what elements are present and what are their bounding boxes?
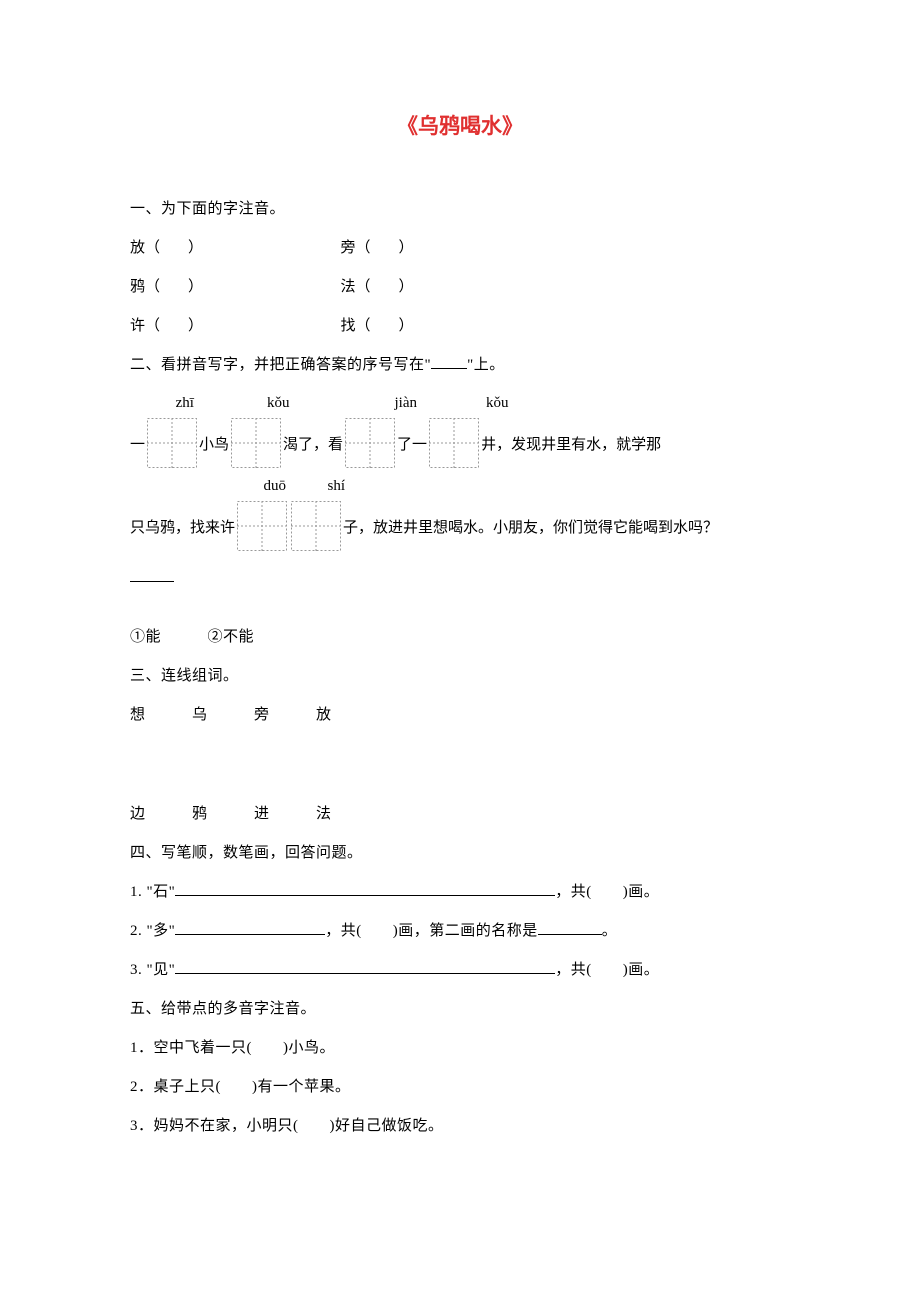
s2-l1-b: 小鸟 [199, 436, 229, 468]
s4-q2: 2. "多" ，共( )画，第二画的名称是 。 [130, 912, 790, 951]
section1-heading: 一、为下面的字注音。 [130, 190, 790, 229]
page-title: 《乌鸦喝水》 [130, 110, 790, 140]
s2-l2-b: 子，放进井里想喝水。小朋友，你们觉得它能喝到水吗？ [343, 519, 718, 551]
s2-pinyin-row-2: duō shí [130, 478, 790, 495]
s1-r0-a: 放（ [130, 240, 160, 256]
s4-q3: 3. "见" ，共( )画。 [130, 951, 790, 990]
s1-r1-a: 鸦（ [130, 279, 160, 295]
s2-l1-a: 一 [130, 436, 145, 468]
s2-line2: 只乌鸦，找来许 子，放进井里想喝水。小朋友，你们觉得它能喝到水吗？ [130, 501, 790, 551]
s2-pinyin-row-1: zhī kǒu jiàn kǒu [130, 395, 790, 412]
s2-line2-wrap: duō shí 只乌鸦，找来许 子，放进井里想喝水。小朋友，你们觉得它能喝到水吗… [130, 478, 790, 551]
s2-line1: 一 小鸟 渴了，看 了一 井，发现井里有水，就学那 [130, 418, 790, 468]
pinyin-jian: jiàn [381, 395, 431, 412]
s1-row-1: 鸦（ ） 法（ ） [130, 268, 790, 307]
s2-heading-prefix: 二、看拼音写字，并把正确答案的序号写在" [130, 357, 431, 373]
s1-r2-b: ） [188, 318, 203, 334]
s1-r0-c: 旁（ [341, 240, 371, 256]
s1-r1-b: ） [188, 279, 203, 295]
s1-r0-d: ） [399, 240, 414, 256]
tian-box[interactable] [429, 418, 479, 468]
tian-box[interactable] [345, 418, 395, 468]
answer-blank[interactable] [130, 568, 174, 583]
stroke-name-blank[interactable] [538, 921, 602, 936]
s5-q2: 2．桌子上只( )有一个苹果。 [130, 1068, 790, 1107]
s2-l2-a: 只乌鸦，找来许 [130, 519, 235, 551]
section4-heading: 四、写笔顺，数笔画，回答问题。 [130, 834, 790, 873]
s1-r1-c: 法（ [341, 279, 371, 295]
s2-l1-c: 渴了，看 [283, 436, 343, 468]
s1-r2-a: 许（ [130, 318, 160, 334]
s2-options: ①能 ②不能 [130, 618, 790, 657]
pinyin-kou2: kǒu [472, 395, 522, 412]
s1-r2-d: ） [399, 318, 414, 334]
tian-box[interactable] [147, 418, 197, 468]
s4-q3b: ，共( )画。 [555, 962, 659, 978]
s2-heading-suffix: "上。 [467, 357, 505, 373]
s5-q3: 3．妈妈不在家，小明只( )好自己做饭吃。 [130, 1107, 790, 1146]
s4-q1: 1. "石" ，共( )画。 [130, 873, 790, 912]
stroke-blank[interactable] [175, 882, 555, 897]
blank-line[interactable] [431, 355, 467, 370]
s2-l1-e: 井，发现井里有水，就学那 [481, 436, 661, 468]
s2-l1-d: 了一 [397, 436, 427, 468]
section3-heading: 三、连线组词。 [130, 657, 790, 696]
s2-answer-blank [130, 559, 790, 598]
section5-heading: 五、给带点的多音字注音。 [130, 990, 790, 1029]
s4-q2b: ，共( )画，第二画的名称是 [325, 923, 538, 939]
s1-row-0: 放（ ） 旁（ ） [130, 229, 790, 268]
tian-box[interactable] [231, 418, 281, 468]
s4-q2a: 2. "多" [130, 923, 175, 939]
stroke-blank[interactable] [175, 960, 555, 975]
s1-row-2: 许（ ） 找（ ） [130, 307, 790, 346]
s4-q3a: 3. "见" [130, 962, 175, 978]
pinyin-duo: duō [250, 478, 300, 495]
s2-line1-wrap: zhī kǒu jiàn kǒu 一 小鸟 渴了，看 了一 井，发现井里有水，就… [130, 395, 790, 468]
worksheet-page: 《乌鸦喝水》 一、为下面的字注音。 放（ ） 旁（ ） 鸦（ ） 法（ ） 许（ ） 找（… [0, 0, 920, 1206]
s4-q1b: ，共( )画。 [555, 884, 659, 900]
section2-heading: 二、看拼音写字，并把正确答案的序号写在" "上。 [130, 346, 790, 385]
s1-r2-c: 找（ [341, 318, 371, 334]
s3-row2: 边 鸦 进 法 [130, 795, 790, 834]
s4-q1a: 1. "石" [130, 884, 175, 900]
s5-q1: 1．空中飞着一只( )小鸟。 [130, 1029, 790, 1068]
s1-r1-d: ） [399, 279, 414, 295]
s4-q2c: 。 [602, 923, 618, 939]
s3-row1: 想 乌 旁 放 [130, 696, 790, 735]
pinyin-kou1: kǒu [253, 395, 303, 412]
tian-box[interactable] [291, 501, 341, 551]
stroke-blank[interactable] [175, 921, 325, 936]
tian-box[interactable] [237, 501, 287, 551]
s1-r0-b: ） [188, 240, 203, 256]
pinyin-shi: shí [311, 478, 361, 495]
pinyin-zhi: zhī [160, 395, 210, 412]
